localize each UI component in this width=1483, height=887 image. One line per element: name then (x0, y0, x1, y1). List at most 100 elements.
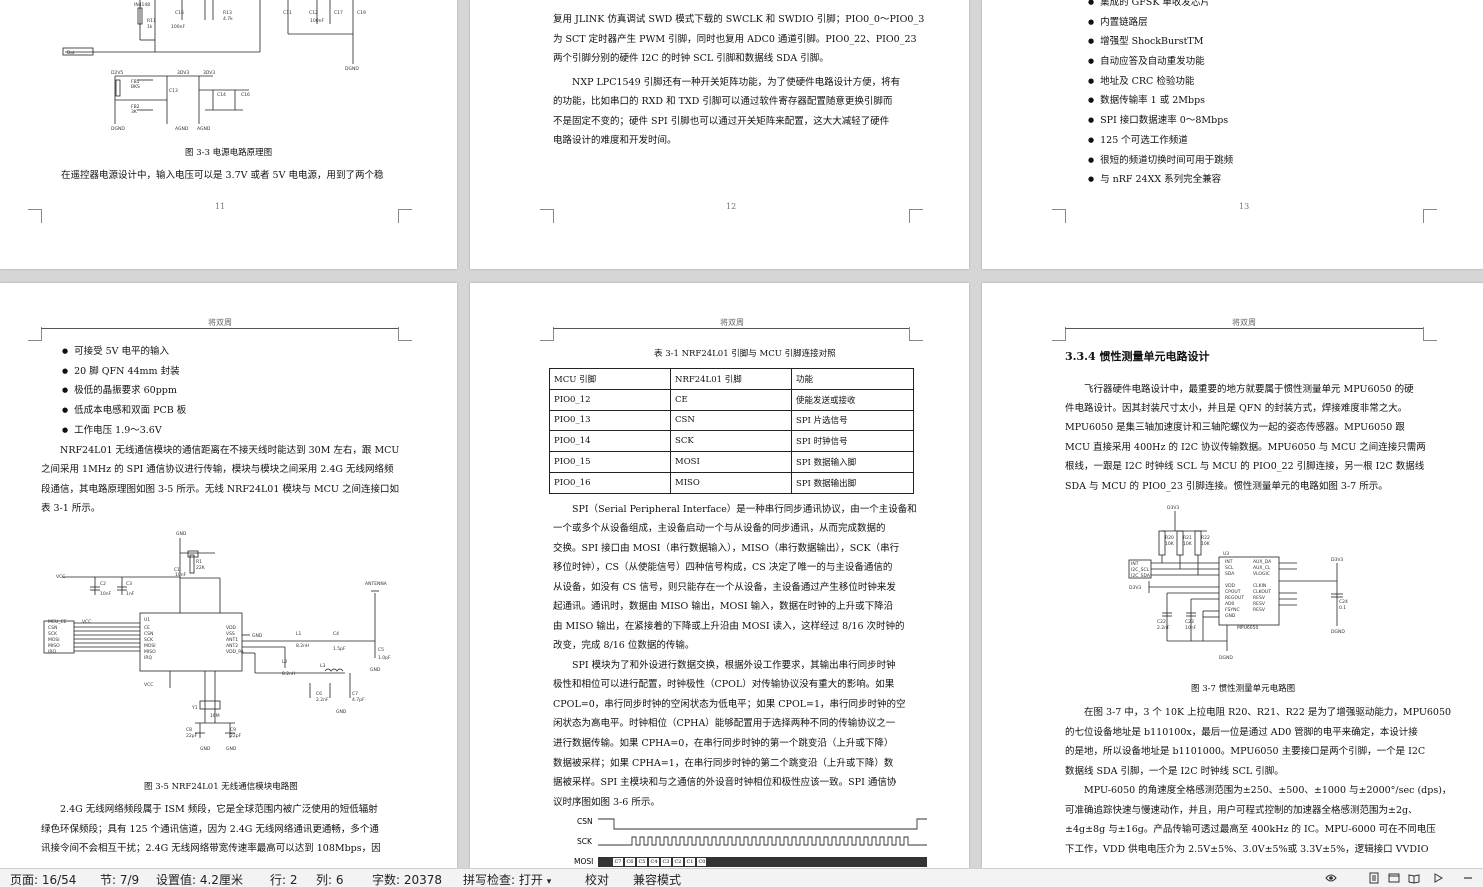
status-compat-mode[interactable]: 兼容模式 (633, 871, 681, 887)
svg-text:RESV: RESV (1253, 595, 1266, 601)
svg-text:R11: R11 (147, 18, 156, 24)
bit-cell: C1 (684, 857, 696, 867)
paragraph-line: 可准确追踪快速与慢速动作，并且，用户可程式控制的加速器全格感测范围为±2g、 (1065, 805, 1418, 816)
svg-text:CSN: CSN (48, 625, 57, 631)
status-word-count[interactable]: 字数: 20378 (372, 871, 442, 887)
feature-list: 集成的 GFSK 单收发芯片 内置链路层 增强型 ShockBurstTM 自动… (1088, 0, 1233, 190)
svg-text:L3: L3 (320, 663, 326, 669)
svg-text:CLKOUT: CLKOUT (1253, 589, 1271, 595)
status-page[interactable]: 页面: 16/54 (10, 871, 76, 887)
paragraph-line: 议时序图如图 3-6 所示。 (553, 797, 660, 808)
status-row[interactable]: 行: 2 (270, 871, 298, 887)
paragraph-line: 从设备，如没有 CS 信号，则只能存在一个从设备，主设备通过产生移位时钟来发 (553, 582, 896, 593)
table-cell: PIO0_16 (549, 471, 671, 494)
page-header: 将双周 (1232, 318, 1256, 327)
margin-corner (28, 209, 42, 223)
web-layout-icon[interactable] (1388, 872, 1400, 884)
table-cell: SPI 时钟信号 (791, 430, 914, 453)
paragraph-line: 根线，一跟是 I2C 时钟线 SCL 与 MCU 的 PIO0_22 引脚连接，… (1065, 461, 1425, 472)
svg-text:3DV3: 3DV3 (203, 70, 215, 76)
list-item: 地址及 CRC 检验功能 (1088, 72, 1233, 92)
figure-caption: 图 3-7 惯性测量单元电路图 (1191, 684, 1296, 694)
svg-text:DGND: DGND (345, 66, 359, 72)
svg-text:100nF: 100nF (310, 18, 324, 24)
margin-corner (398, 209, 412, 223)
list-item: 可接受 5V 电平的输入 (62, 342, 186, 362)
svg-text:INT: INT (1225, 559, 1233, 565)
status-column[interactable]: 列: 6 (316, 871, 344, 887)
svg-text:D3V3: D3V3 (1331, 557, 1343, 563)
eye-icon[interactable] (1325, 872, 1337, 884)
svg-text:10K: 10K (1165, 541, 1175, 547)
bit-cell: C7 (612, 857, 624, 867)
bit-cell: C4 (648, 857, 660, 867)
table-cell: CE (670, 388, 792, 411)
figure-caption: 图 3-5 NRF24L01 无线通信模块电路图 (144, 782, 298, 792)
timing-label-mosi: MOSI (574, 857, 594, 866)
header-rule (1065, 328, 1423, 329)
status-proofread[interactable]: 校对 (585, 871, 609, 887)
paragraph-line: 数据被采样；如果 CPHA=1，在串行同步时钟的第二个跳变沿（上升或下降）数 (553, 758, 894, 769)
svg-text:C14: C14 (217, 92, 226, 98)
margin-corner (540, 209, 554, 223)
svg-text:I2C_SDA: I2C_SDA (1131, 573, 1151, 579)
read-mode-icon[interactable] (1408, 872, 1420, 884)
list-item: 与 nRF 24XX 系列完全兼容 (1088, 170, 1233, 190)
power-circuit-schematic: IN4148 R11 1k C16 100nF R13 4.7k C11 C12… (62, 0, 366, 132)
paragraph-line: 不是固定不变的；硬件 SPI 引脚也可以通过开关矩阵来配置，这大大减轻了硬件 (553, 116, 890, 127)
paragraph-line: 为 SCT 定时器产生 PWM 引脚，同时也复用 ADC0 通道引脚。PIO0_… (553, 34, 917, 45)
table-cell: MISO (670, 471, 792, 494)
spellcheck-label: 拼写检查: 打开 (463, 873, 543, 887)
svg-text:U3: U3 (1223, 551, 1229, 557)
svg-text:MOSI: MOSI (48, 637, 60, 643)
svg-text:GND: GND (252, 633, 263, 639)
svg-text:R22: R22 (1201, 535, 1210, 541)
margin-corner (28, 327, 42, 341)
status-setting[interactable]: 设置值: 4.2厘米 (156, 871, 243, 887)
play-icon[interactable] (1432, 872, 1444, 884)
margin-corner (398, 327, 412, 341)
table-cell: PIO0_15 (549, 451, 671, 473)
status-section[interactable]: 节: 7/9 (100, 871, 139, 887)
status-spellcheck[interactable]: 拼写检查: 打开 ▾ (463, 871, 551, 887)
feature-list: 可接受 5V 电平的输入 20 脚 QFN 44mm 封装 极低的晶振要求 60… (62, 342, 186, 440)
svg-text:ANTENNA: ANTENNA (365, 581, 388, 587)
table-header-cell: NRF24L01 引脚 (670, 368, 792, 390)
paragraph-line: SPI（Serial Peripheral Interface）是一种串行同步通… (572, 504, 917, 515)
svg-text:MISO: MISO (144, 649, 156, 655)
svg-text:GND: GND (200, 746, 211, 752)
svg-text:MOSI: MOSI (144, 643, 156, 649)
paragraph-line: 在遥控器电源设计中，输入电压可以是 3.7V 或者 5V 电电源，用到了两个稳 (61, 170, 384, 181)
svg-text:22K: 22K (196, 565, 206, 571)
svg-text:IRQ: IRQ (48, 649, 56, 655)
svg-text:VCC: VCC (82, 619, 91, 625)
svg-text:C11: C11 (283, 10, 292, 16)
margin-corner (909, 327, 923, 341)
page-view-icon[interactable] (1368, 872, 1380, 884)
svg-text:MPU6050: MPU6050 (1237, 625, 1258, 631)
margin-corner (1423, 209, 1437, 223)
timing-label-sck: SCK (577, 837, 592, 846)
table-cell: 使能发送或接收 (791, 388, 914, 411)
document-page-16: 将双周 3.3.4 惯性测量单元电路设计 飞行器硬件电路设计中，最重要的地方就要… (982, 283, 1483, 868)
timing-label-csn: CSN (577, 817, 593, 826)
table-cell: MOSI (670, 451, 792, 473)
svg-text:VDD: VDD (226, 625, 237, 631)
paragraph-line: CPOL=0，串行同步时钟的空闲状态为低电平；如果 CPOL=1，串行同步时钟的… (553, 699, 906, 710)
svg-text:DGND: DGND (1331, 629, 1345, 635)
svg-text:CSN: CSN (144, 631, 153, 637)
svg-text:L1: L1 (296, 631, 302, 637)
svg-text:BKS: BKS (131, 84, 140, 90)
paragraph-line: 表 3-1 所示。 (41, 503, 101, 514)
svg-text:INT: INT (1131, 561, 1139, 567)
page-header: 将双周 (208, 318, 232, 327)
bit-cell: C2 (672, 857, 684, 867)
svg-text:C4: C4 (333, 631, 339, 637)
paragraph-line: 讯接令间不会相互干扰；2.4G 无线网络带宽传速率最高可以达到 108Mbps，… (41, 843, 381, 854)
zoom-out-icon[interactable] (1462, 872, 1474, 884)
svg-text:10nF: 10nF (175, 572, 187, 578)
svg-text:GND: GND (226, 746, 237, 752)
table-cell: SPI 片选信号 (791, 409, 914, 432)
pin-mapping-table: MCU 引脚 NRF24L01 引脚 功能 PIO0_12 CE 使能发送或接收… (549, 368, 914, 494)
svg-text:C17: C17 (334, 10, 343, 16)
